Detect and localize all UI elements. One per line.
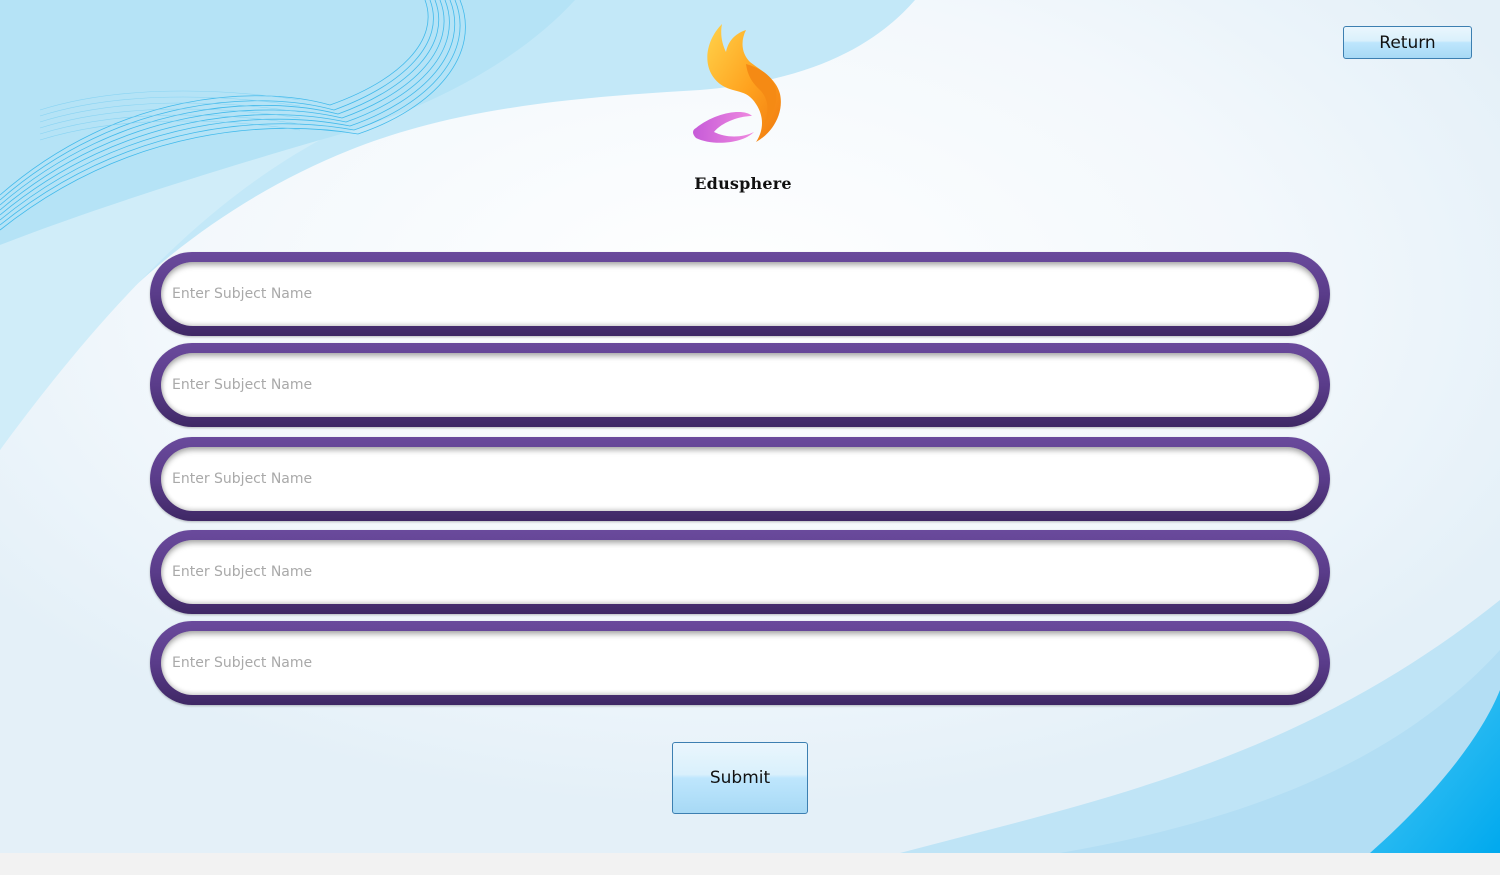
bottom-strip xyxy=(0,853,1500,875)
brand-name: Edusphere xyxy=(694,174,792,193)
subject-field-frame-1 xyxy=(150,252,1330,336)
subject-name-input-4[interactable] xyxy=(161,540,1319,604)
subject-field-frame-3 xyxy=(150,437,1330,521)
subject-name-input-1[interactable] xyxy=(161,262,1319,326)
subject-field-frame-5 xyxy=(150,621,1330,705)
subject-name-input-5[interactable] xyxy=(161,631,1319,695)
flame-logo-icon xyxy=(693,24,781,143)
return-button[interactable]: Return xyxy=(1343,26,1472,59)
edusphere-logo: Edusphere xyxy=(686,20,800,193)
subject-field-frame-2 xyxy=(150,343,1330,427)
form-canvas: Return Edusphere Enter Subject Name Ente… xyxy=(0,0,1500,853)
subject-field-frame-4 xyxy=(150,530,1330,614)
subject-name-input-2[interactable] xyxy=(161,353,1319,417)
subject-name-input-3[interactable] xyxy=(161,447,1319,511)
app-window: Return Edusphere Enter Subject Name Ente… xyxy=(0,0,1500,875)
submit-button[interactable]: Submit xyxy=(672,742,808,814)
